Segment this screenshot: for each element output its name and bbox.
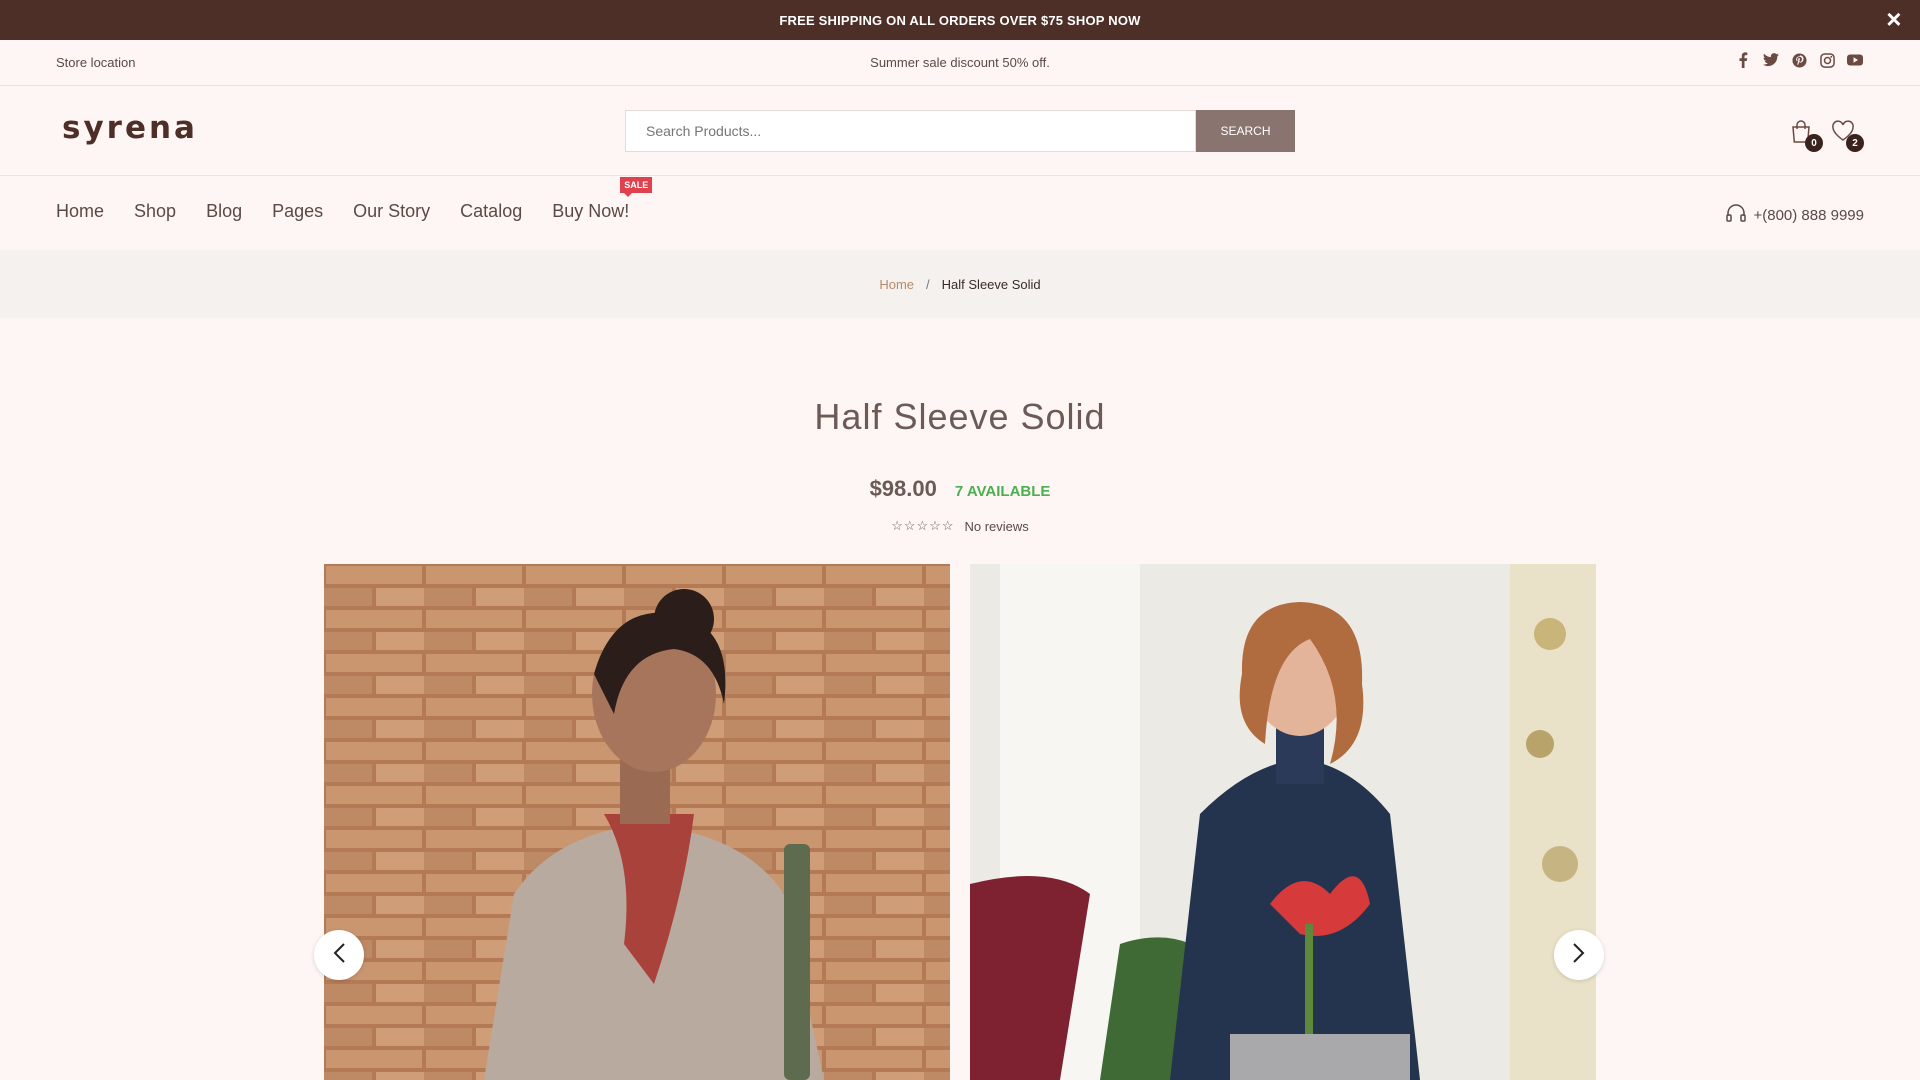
- product-image-1[interactable]: [324, 564, 950, 1080]
- announcement-text[interactable]: FREE SHIPPING ON ALL ORDERS OVER $75 SHO…: [779, 13, 1140, 28]
- search-button[interactable]: SEARCH: [1196, 110, 1295, 152]
- breadcrumb: Home / Half Sleeve Solid: [0, 250, 1920, 318]
- breadcrumb-home[interactable]: Home: [879, 277, 914, 292]
- facebook-icon[interactable]: [1734, 51, 1752, 69]
- nav-item-our-story[interactable]: Our Story: [353, 201, 430, 222]
- product-price: $98.00: [869, 476, 937, 501]
- availability-status: 7 AVAILABLE: [954, 483, 1051, 500]
- chevron-left-icon: [332, 942, 346, 969]
- product-rating: ☆☆☆☆☆ No reviews: [0, 518, 1920, 534]
- phone-number: +(800) 888 9999: [1753, 206, 1864, 224]
- star-rating-icon[interactable]: ☆☆☆☆☆: [891, 518, 954, 534]
- logo[interactable]: syrena: [62, 110, 198, 146]
- gallery-next-button[interactable]: [1554, 930, 1604, 980]
- site-header: syrena SEARCH 0 2: [0, 86, 1920, 176]
- top-bar: Store location Summer sale discount 50% …: [0, 40, 1920, 86]
- nav-item-pages[interactable]: Pages: [272, 201, 323, 222]
- reviews-count[interactable]: No reviews: [964, 519, 1028, 534]
- promo-text: Summer sale discount 50% off.: [870, 55, 1050, 70]
- product-image-2[interactable]: [970, 564, 1596, 1080]
- chevron-right-icon: [1572, 942, 1586, 969]
- nav-item-catalog[interactable]: Catalog: [460, 201, 522, 222]
- breadcrumb-separator: /: [926, 276, 930, 292]
- nav-menu: Home Shop Blog Pages Our Story Catalog B…: [56, 177, 653, 222]
- headphones-icon: [1725, 203, 1747, 227]
- product-gallery: [314, 564, 1604, 1080]
- search-input[interactable]: [625, 110, 1196, 152]
- product-title: Half Sleeve Solid: [814, 396, 1106, 437]
- social-links: [1734, 51, 1864, 69]
- phone-contact[interactable]: +(800) 888 9999: [1725, 203, 1864, 227]
- main-navigation: Home Shop Blog Pages Our Story Catalog B…: [0, 176, 1920, 250]
- sale-badge: SALE: [620, 177, 653, 197]
- nav-item-blog[interactable]: Blog: [206, 201, 242, 222]
- cart-count-badge: 0: [1805, 134, 1823, 152]
- instagram-icon[interactable]: [1818, 51, 1836, 69]
- nav-item-shop[interactable]: Shop: [134, 201, 176, 222]
- breadcrumb-current: Half Sleeve Solid: [941, 276, 1041, 292]
- twitter-icon[interactable]: [1762, 51, 1780, 69]
- wishlist-button[interactable]: 2: [1831, 120, 1864, 152]
- wishlist-count-badge: 2: [1846, 134, 1864, 152]
- nav-item-buy-now[interactable]: Buy Now! SALE: [552, 177, 653, 222]
- gallery-prev-button[interactable]: [314, 930, 364, 980]
- close-icon[interactable]: ×: [1880, 6, 1908, 34]
- search-form: SEARCH: [625, 110, 1295, 152]
- cart-button[interactable]: 0: [1790, 120, 1823, 152]
- announcement-bar: FREE SHIPPING ON ALL ORDERS OVER $75 SHO…: [0, 0, 1920, 40]
- price-line: $98.00 7 AVAILABLE: [0, 476, 1920, 502]
- pinterest-icon[interactable]: [1790, 51, 1808, 69]
- youtube-icon[interactable]: [1846, 51, 1864, 69]
- nav-item-buy-now-label: Buy Now!: [552, 201, 630, 221]
- nav-item-home[interactable]: Home: [56, 201, 104, 222]
